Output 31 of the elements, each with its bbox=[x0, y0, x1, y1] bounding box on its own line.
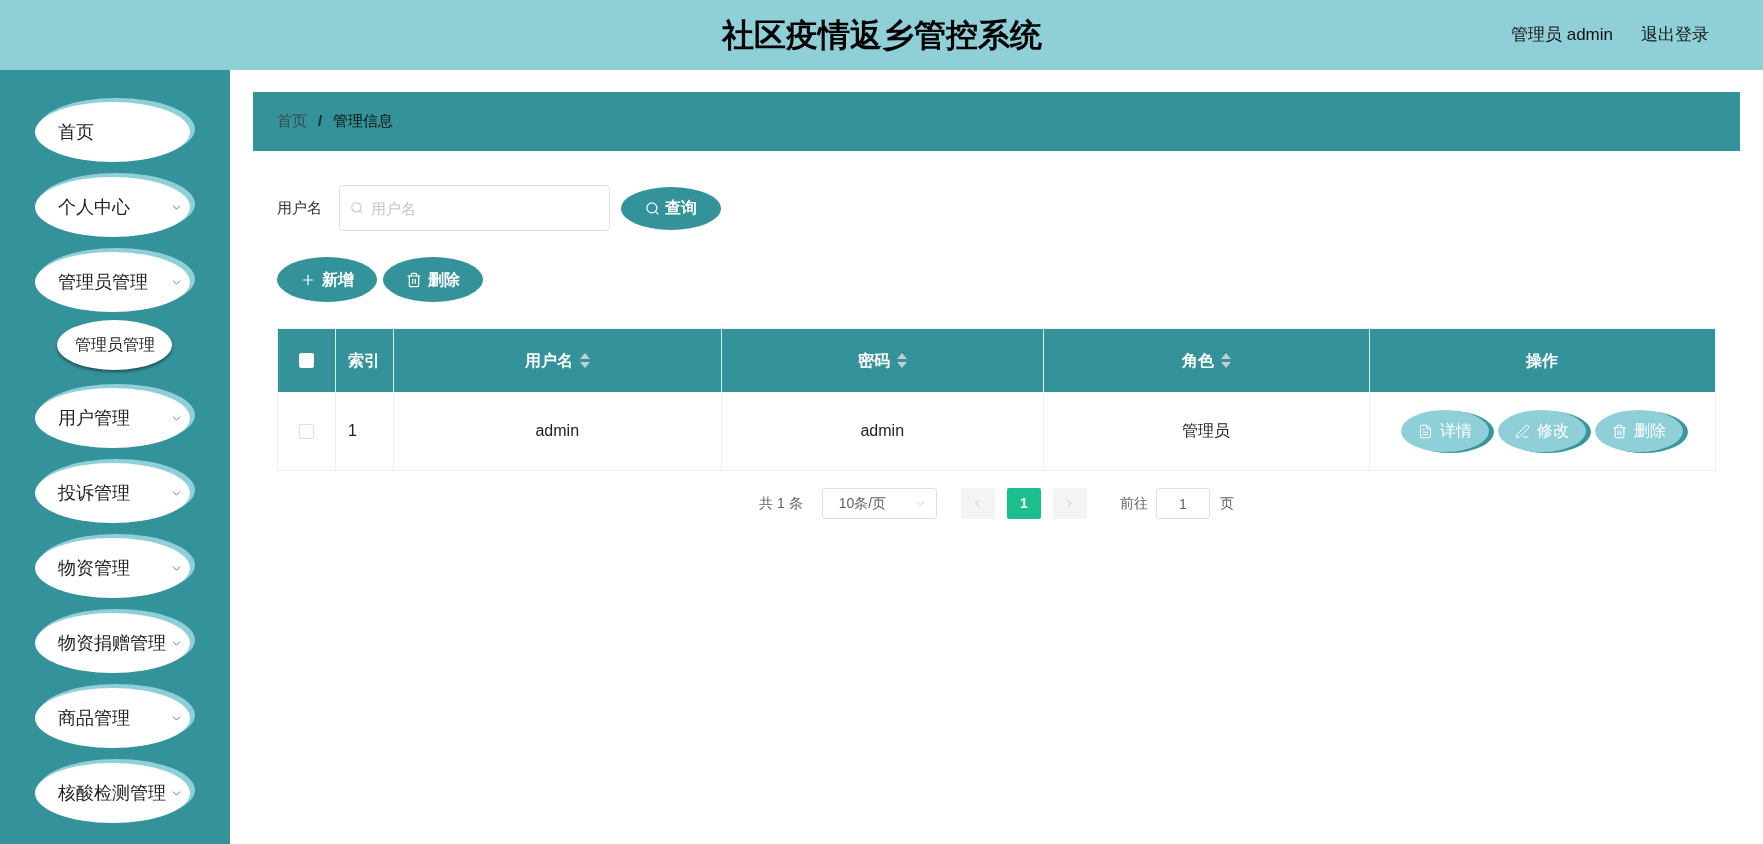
table-cell: admin bbox=[394, 392, 722, 470]
submenu-item[interactable]: 管理员管理 bbox=[57, 320, 172, 370]
goto-label: 前往 bbox=[1119, 494, 1148, 513]
search-icon bbox=[350, 201, 364, 215]
table-cell: admin bbox=[721, 392, 1044, 470]
page-size-select[interactable]: 10条/页 bbox=[821, 488, 937, 519]
checkbox[interactable] bbox=[299, 423, 314, 439]
search-field[interactable]: 用户名 bbox=[339, 185, 610, 231]
breadcrumb-separator: / bbox=[318, 111, 323, 132]
delete-button[interactable]: 删除 bbox=[383, 257, 483, 302]
sort-icon[interactable] bbox=[896, 353, 907, 368]
trash-icon bbox=[1612, 423, 1628, 439]
table-cell: 管理员 bbox=[1044, 392, 1370, 470]
total-count: 共 1 条 bbox=[759, 494, 803, 513]
sort-icon[interactable] bbox=[579, 353, 590, 368]
app-title: 社区疫情返乡管控系统 bbox=[721, 16, 1042, 55]
table-cell: 1 bbox=[336, 392, 394, 470]
breadcrumb-current: 管理信息 bbox=[333, 111, 394, 132]
pencil-icon bbox=[1515, 423, 1531, 439]
sort-icon[interactable] bbox=[1220, 353, 1231, 368]
column-header: 操作 bbox=[1524, 350, 1560, 371]
search-label: 用户名 bbox=[277, 197, 322, 218]
user-label: 管理员 admin bbox=[1510, 24, 1613, 47]
logout-link[interactable]: 退出登录 bbox=[1641, 22, 1709, 48]
goto-suffix: 页 bbox=[1219, 494, 1234, 513]
search-icon bbox=[645, 200, 660, 216]
trash-icon bbox=[406, 271, 422, 288]
document-icon bbox=[1418, 423, 1434, 439]
page-input[interactable]: 1 bbox=[1155, 488, 1210, 519]
search-button[interactable]: 查询 bbox=[621, 186, 721, 230]
add-button[interactable]: 新增 bbox=[277, 257, 377, 302]
